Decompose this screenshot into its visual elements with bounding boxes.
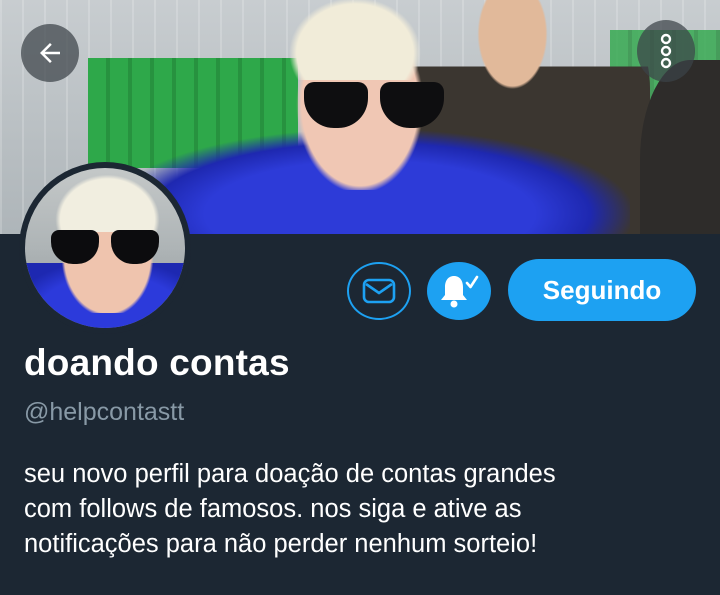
avatar-image (25, 168, 185, 328)
more-options-button[interactable] (637, 20, 695, 82)
profile-page: Seguindo doando contas @helpcontastt seu… (0, 0, 720, 595)
banner-sunglasses (300, 82, 445, 130)
bio-line: com follows de famosos. nos siga e ative… (24, 495, 522, 523)
bell-check-icon (441, 275, 479, 308)
more-vertical-icon (660, 33, 672, 69)
bio-line: notificações para não perder nenhum sort… (24, 530, 538, 558)
profile-bio: seu novo perfil para doação de contas gr… (24, 457, 704, 562)
direct-message-button[interactable] (347, 262, 411, 320)
bio-line: seu novo perfil para doação de contas gr… (24, 460, 556, 488)
display-name: doando contas (24, 342, 290, 383)
envelope-icon (362, 278, 396, 304)
banner-hair (280, 0, 430, 80)
avatar-hair (50, 170, 165, 232)
notifications-toggle-button[interactable] (427, 262, 491, 320)
banner-lens-left (304, 82, 368, 128)
following-button[interactable]: Seguindo (508, 259, 696, 321)
username-handle: @helpcontastt (24, 398, 185, 426)
profile-avatar[interactable] (19, 162, 191, 334)
arrow-left-icon (40, 43, 60, 63)
back-button[interactable] (21, 24, 79, 82)
banner-lens-right (380, 82, 444, 128)
